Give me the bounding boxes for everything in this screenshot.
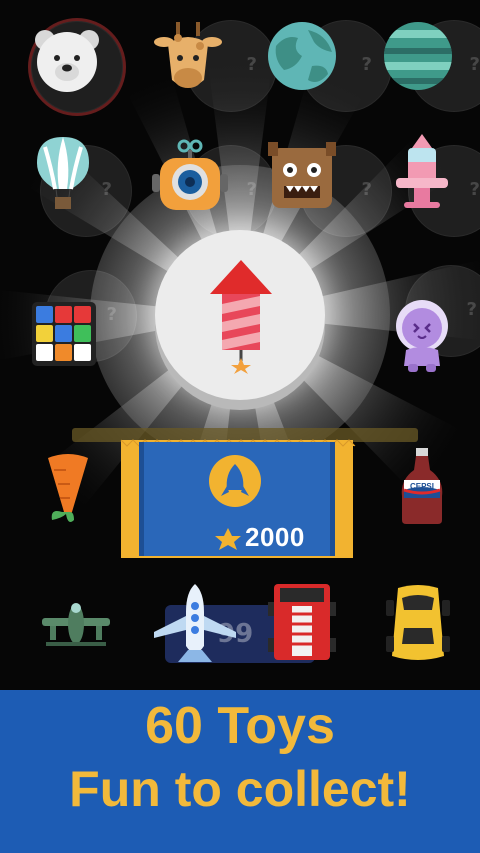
banner-headline: 60 Toys (145, 697, 335, 755)
rubiks-cube-icon[interactable] (30, 300, 98, 368)
firecracker-icon (210, 260, 272, 374)
promo-banner: 60 Toys Fun to collect! (0, 690, 480, 853)
green-airplane-icon[interactable] (36, 590, 116, 670)
hot-air-balloon-icon[interactable] (23, 133, 103, 213)
svg-text:CEPSI: CEPSI (410, 482, 434, 491)
pink-rocket-toy-icon[interactable] (382, 132, 462, 212)
yellow-car-icon[interactable] (378, 582, 458, 666)
toy-pack-price: 2000 (245, 522, 305, 552)
monster-box-icon[interactable] (262, 138, 342, 218)
purple-alien-icon[interactable] (382, 294, 462, 374)
toy-collection-screen: ? ? ? ? ? ? ? ? ? 2000 CEPSI 60 Toys Fun… (0, 0, 480, 853)
banner-subheadline: Fun to collect! (69, 761, 411, 817)
toy-pack-sticker[interactable] (117, 436, 357, 562)
fire-truck-icon[interactable] (262, 580, 342, 666)
carrot-icon[interactable] (28, 448, 108, 528)
cola-bottle-icon[interactable]: CEPSI (382, 446, 462, 526)
striped-planet-icon[interactable] (378, 16, 458, 96)
earth-planet-icon[interactable] (262, 16, 342, 96)
polar-bear-icon[interactable] (27, 20, 107, 100)
jet-plane-icon[interactable] (150, 582, 240, 666)
camera-robot-icon[interactable] (150, 138, 230, 218)
giraffe-icon[interactable] (148, 20, 228, 100)
